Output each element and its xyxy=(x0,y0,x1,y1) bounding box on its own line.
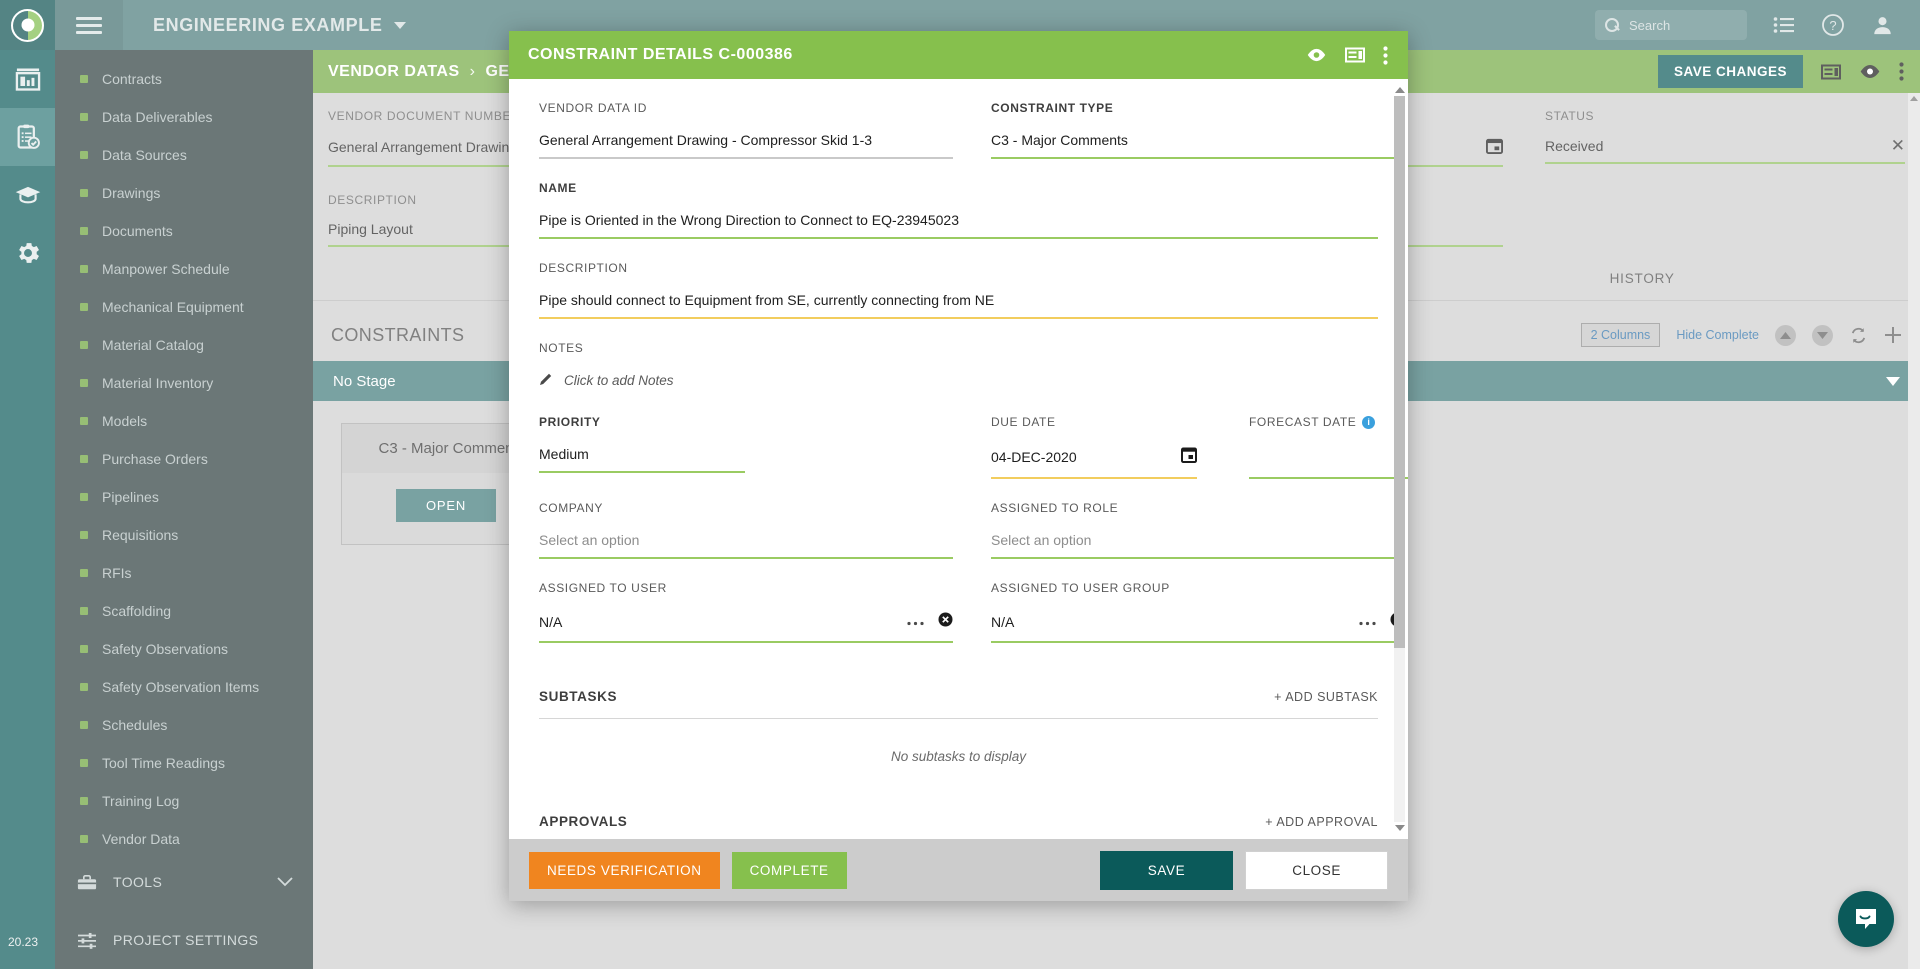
constraint-details-modal: CONSTRAINT DETAILS C-000386 VENDOR DATA … xyxy=(509,31,1408,901)
needs-verification-button[interactable]: NEEDS VERIFICATION xyxy=(529,851,720,889)
field-value-wrap[interactable]: Pipe should connect to Equipment from SE… xyxy=(539,292,1378,319)
field-value-wrap[interactable] xyxy=(1249,446,1408,479)
field-value-wrap[interactable]: N/A xyxy=(991,612,1405,643)
modal-footer-right: SAVE CLOSE xyxy=(1099,850,1388,890)
complete-button[interactable]: COMPLETE xyxy=(731,851,847,889)
layout-panel-icon[interactable] xyxy=(1345,47,1365,63)
save-button[interactable]: SAVE xyxy=(1099,850,1234,890)
field-label: FORECAST DATE i xyxy=(1249,415,1408,429)
field-label: NAME xyxy=(539,181,577,195)
field-value-wrap[interactable]: Select an option xyxy=(991,532,1405,559)
field-label-text: FORECAST DATE xyxy=(1249,415,1357,429)
modal-scroll-thumb[interactable] xyxy=(1394,96,1405,648)
modal-row-priority: PRIORITY Medium DUE DATE 04-DEC-2020 FOR… xyxy=(539,415,1408,501)
field-assigned-to-role: ASSIGNED TO ROLE Select an option xyxy=(991,501,1405,559)
approvals-section-header: APPROVALS + ADD APPROVAL xyxy=(539,814,1378,839)
field-label: DESCRIPTION xyxy=(539,261,628,275)
field-constraint-type: CONSTRAINT TYPE C3 - Major Comments xyxy=(991,101,1405,159)
field-value-wrap[interactable]: N/A xyxy=(539,612,953,643)
field-value: Pipe should connect to Equipment from SE… xyxy=(539,292,995,308)
field-value: General Arrangement Drawing - Compressor… xyxy=(539,132,873,148)
field-description: DESCRIPTION Pipe should connect to Equip… xyxy=(539,261,1378,319)
modal-scroll-track[interactable] xyxy=(1394,96,1405,822)
modal-title: CONSTRAINT DETAILS C-000386 xyxy=(528,46,793,63)
modal-header: CONSTRAINT DETAILS C-000386 xyxy=(509,31,1408,79)
field-value-wrap[interactable]: Medium xyxy=(539,446,745,473)
field-label: DUE DATE xyxy=(991,415,1056,429)
field-value: N/A xyxy=(539,614,563,630)
field-assigned-to-user: ASSIGNED TO USER N/A xyxy=(539,581,953,643)
field-value: N/A xyxy=(991,614,1015,630)
add-approval-button[interactable]: + ADD APPROVAL xyxy=(1265,815,1378,829)
field-value-wrap[interactable]: General Arrangement Drawing - Compressor… xyxy=(539,132,953,159)
modal-row-ids: VENDOR DATA ID General Arrangement Drawi… xyxy=(539,101,1405,181)
field-value: Pipe is Oriented in the Wrong Direction … xyxy=(539,212,959,228)
field-value-wrap[interactable]: C3 - Major Comments xyxy=(991,132,1405,159)
field-value: Select an option xyxy=(991,532,1092,548)
field-label: ASSIGNED TO USER GROUP xyxy=(991,581,1170,595)
modal-row-assigned-user: ASSIGNED TO USER N/A ASSIGNED TO USER GR… xyxy=(539,581,1405,673)
calendar-icon[interactable] xyxy=(1181,446,1197,468)
modal-body: VENDOR DATA ID General Arrangement Drawi… xyxy=(509,79,1408,839)
field-label: NOTES xyxy=(539,341,584,355)
modal-scrollbar[interactable] xyxy=(1394,87,1405,831)
approvals-title: APPROVALS xyxy=(539,814,628,829)
field-priority: PRIORITY Medium xyxy=(539,415,745,479)
due-date-trailing xyxy=(1181,446,1197,468)
field-forecast-date: FORECAST DATE i xyxy=(1249,415,1408,479)
notes-placeholder: Click to add Notes xyxy=(564,373,674,388)
field-label: COMPANY xyxy=(539,501,603,515)
field-name: NAME Pipe is Oriented in the Wrong Direc… xyxy=(539,181,1378,239)
field-label: VENDOR DATA ID xyxy=(539,101,647,115)
modal-row-company: COMPANY Select an option ASSIGNED TO ROL… xyxy=(539,501,1405,581)
field-vendor-data-id: VENDOR DATA ID General Arrangement Drawi… xyxy=(539,101,953,159)
field-value-wrap[interactable]: Pipe is Oriented in the Wrong Direction … xyxy=(539,212,1378,239)
more-horizontal-icon[interactable] xyxy=(907,613,924,631)
field-notes: NOTES Click to add Notes xyxy=(539,341,1378,389)
modal-header-actions xyxy=(1306,45,1388,65)
assigned-user-trailing xyxy=(907,612,953,632)
chat-bubble-icon xyxy=(1856,909,1876,929)
field-value-wrap[interactable]: 04-DEC-2020 xyxy=(991,446,1197,479)
clear-icon[interactable] xyxy=(938,612,953,632)
chat-launcher-button[interactable] xyxy=(1838,891,1894,947)
scroll-up-arrow-icon[interactable] xyxy=(1394,87,1405,93)
field-value-wrap[interactable]: Select an option xyxy=(539,532,953,559)
scroll-down-arrow-icon[interactable] xyxy=(1394,825,1405,831)
info-icon[interactable]: i xyxy=(1362,415,1376,429)
field-label: CONSTRAINT TYPE xyxy=(991,101,1114,115)
more-horizontal-icon[interactable] xyxy=(1359,613,1376,631)
modal-footer: NEEDS VERIFICATION COMPLETE SAVE CLOSE xyxy=(509,839,1408,901)
field-value: C3 - Major Comments xyxy=(991,132,1128,148)
field-due-date: DUE DATE 04-DEC-2020 xyxy=(991,415,1197,479)
more-vertical-icon[interactable] xyxy=(1383,45,1388,65)
field-label: ASSIGNED TO ROLE xyxy=(991,501,1119,515)
pencil-icon xyxy=(539,372,553,389)
field-value: Medium xyxy=(539,446,589,462)
subtasks-title: SUBTASKS xyxy=(539,689,618,704)
field-label: ASSIGNED TO USER xyxy=(539,581,667,595)
field-company: COMPANY Select an option xyxy=(539,501,953,559)
eye-icon[interactable] xyxy=(1306,48,1327,62)
close-button[interactable]: CLOSE xyxy=(1245,850,1388,890)
field-value: Select an option xyxy=(539,532,640,548)
add-notes-button[interactable]: Click to add Notes xyxy=(539,372,1378,389)
add-subtask-button[interactable]: + ADD SUBTASK xyxy=(1274,690,1378,704)
subtasks-section-header: SUBTASKS + ADD SUBTASK xyxy=(539,689,1378,719)
field-assigned-to-user-group: ASSIGNED TO USER GROUP N/A xyxy=(991,581,1405,643)
field-label: PRIORITY xyxy=(539,415,601,429)
field-value: 04-DEC-2020 xyxy=(991,449,1077,465)
subtasks-empty-message: No subtasks to display xyxy=(890,749,1027,764)
app-root: ENGINEERING EXAMPLE Search ? Contracts D… xyxy=(0,0,1920,969)
